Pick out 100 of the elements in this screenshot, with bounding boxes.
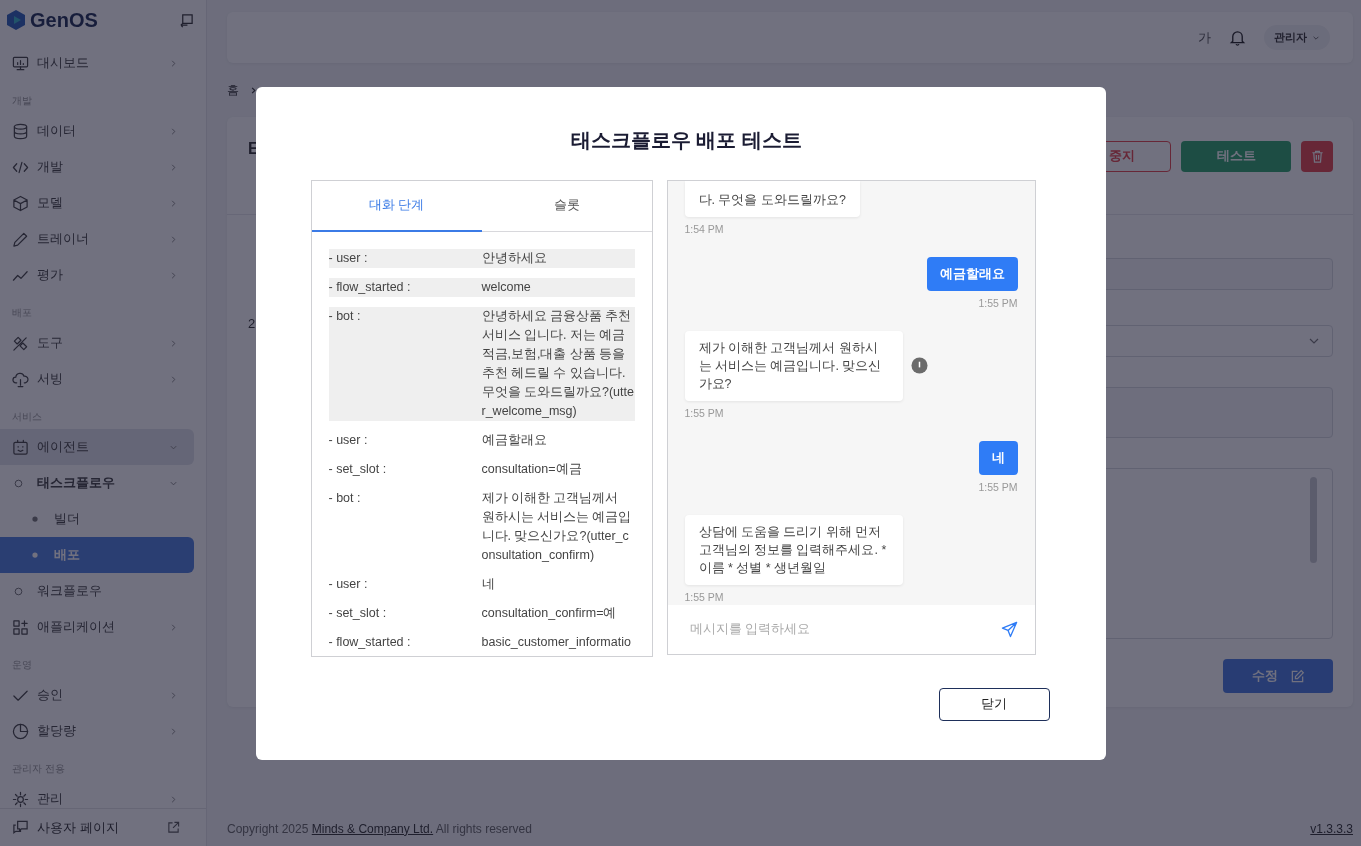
chevron-right-icon [169,59,178,68]
step-value: welcome [481,278,532,296]
circle-icon [14,478,23,488]
chevron-right-icon [169,127,178,136]
close-button[interactable]: 닫기 [938,687,1050,721]
chevron-down-icon [169,443,178,452]
nav-item[interactable]: 트레이너 [0,221,194,257]
delete-button[interactable] [1301,140,1333,172]
info-icon[interactable] [910,357,928,374]
step-label: - flow_started : [328,278,412,296]
chevron-right-icon [169,727,178,736]
nav-item[interactable]: 배포 [0,537,194,573]
step-value: 제가 이해한 고객님께서 원하시는 서비스는 예금입니다. 맞으신가요?(utter_consultation_confirm) [481,489,633,564]
message-time: 1:55 PM [978,480,1018,493]
external-link-icon [167,821,180,834]
modal-title: 태스크플로우 배포 테스트 [569,127,804,153]
dot-icon [32,516,38,522]
step-value: 안녕하세요 금융상품 추천 서비스 입니다. 저는 예금적금,보험,대출 상품 등을 추천 헤드릴 수 있습니다. 무엇을 도와드릴까요?(utter_welcome_msg) [481,307,635,420]
test-button[interactable]: 테스트 [1181,140,1291,172]
trash-icon [1309,148,1325,164]
chevron-right-icon [169,691,178,700]
circle-icon [14,586,23,596]
chevron-down-icon [169,479,178,488]
breadcrumb-link[interactable]: 홈 [227,81,239,99]
message-time: 1:55 PM [978,296,1018,309]
step-label: - user : [328,575,369,593]
message-composer[interactable]: 메시지를 입력하세요 [667,604,1035,654]
panel-tab[interactable]: 대화 단계 [311,180,482,232]
nav-item[interactable]: 대시보드 [0,45,194,81]
chevron-right-icon [169,339,178,348]
chat-bubbles-icon [12,819,29,836]
pencil-icon [12,230,29,248]
nav-item[interactable]: 승인 [0,677,194,713]
message-time: 1:54 PM [684,222,725,235]
collapse-icon[interactable] [179,12,194,28]
step-label: - set_slot : [328,604,388,622]
edit-icon [1289,668,1305,684]
step-value: 네 [481,575,496,593]
step-value: 예금할래요 [481,431,548,449]
chevron-right-icon [169,199,178,208]
chevron-right-icon [169,163,178,172]
step-label: - bot : [328,307,362,325]
step-value: consultation=예금 [481,460,583,478]
nav-item[interactable]: 애플리케이션 [0,609,194,645]
chevron-right-icon [169,623,178,632]
step-label: - flow_started : [328,633,412,651]
user-page-link[interactable]: 사용자 페이지 [0,808,206,846]
tools-icon [12,334,29,352]
message-time: 1:55 PM [684,406,725,419]
message-time: 1:55 PM [684,590,725,603]
nav-item[interactable]: 에이전트 [0,429,194,465]
logo-text: GenOS [30,8,99,32]
logo-icon [6,9,26,31]
step-label: - bot : [328,489,362,507]
robot-icon [12,438,29,456]
bot-message: 다. 무엇을 도와드릴까요? [684,180,860,217]
cloud-icon [12,370,29,388]
bot-message: 상담에 도움을 드리기 위해 먼저 고객님의 정보를 입력해주세요. * 이름 * 성별 * 생년월일 [684,514,903,585]
nav-item[interactable]: 데이터 [0,113,194,149]
user-message: 네 [978,440,1018,475]
pie-icon [12,722,29,740]
info-text: 2 [248,315,256,332]
nav-item[interactable]: 모델 [0,185,194,221]
dot-icon [32,552,38,558]
nav-item[interactable]: 평가 [0,257,194,293]
user-menu[interactable]: 관리자 [1264,25,1330,50]
edit-button[interactable]: 수정 [1223,659,1333,693]
gear-icon [12,790,29,808]
database-icon [12,122,29,140]
nav-item[interactable]: 개발 [0,149,194,185]
apps-icon [12,618,29,636]
version-link[interactable]: v1.3.3.3 [1310,821,1353,836]
nav-item[interactable]: 워크플로우 [0,573,194,609]
chevron-right-icon [169,795,178,804]
user-message: 예금할래요 [926,256,1018,291]
font-size-toggle[interactable]: 가 [1198,28,1211,47]
step-label: - user : [328,431,369,449]
bell-icon[interactable] [1229,29,1246,46]
chevron-right-icon [169,235,178,244]
nav-item[interactable]: 관리 [0,781,194,808]
message-input[interactable]: 메시지를 입력하세요 [687,621,1001,637]
nav-item[interactable]: 태스크플로우 [0,465,194,501]
step-value: basic_customer_informatio [481,633,632,651]
copyright-text: Copyright 2025 Minds & Company Ltd. All rights reserved [227,821,532,836]
chevron-right-icon [249,85,258,95]
nav-item[interactable]: 할당량 [0,713,194,749]
nav-item[interactable]: 서빙 [0,361,194,397]
panel-tab[interactable]: 슬롯 [481,180,652,232]
chevron-right-icon [169,271,178,280]
chevron-right-icon [169,375,178,384]
bot-message: 제가 이해한 고객님께서 원하시는 서비스는 예금입니다. 맞으신가요? [684,330,903,401]
step-label: - set_slot : [328,460,388,478]
nav-item[interactable]: 빌더 [0,501,194,537]
monitor-icon [12,54,29,72]
send-icon[interactable] [1000,620,1018,638]
step-value: 안녕하세요 [481,249,548,267]
company-link[interactable]: Minds & Company Ltd. [311,821,434,836]
step-value: consultation_confirm=예 [481,604,618,622]
nav-item[interactable]: 도구 [0,325,194,361]
step-label: - user : [328,249,369,267]
